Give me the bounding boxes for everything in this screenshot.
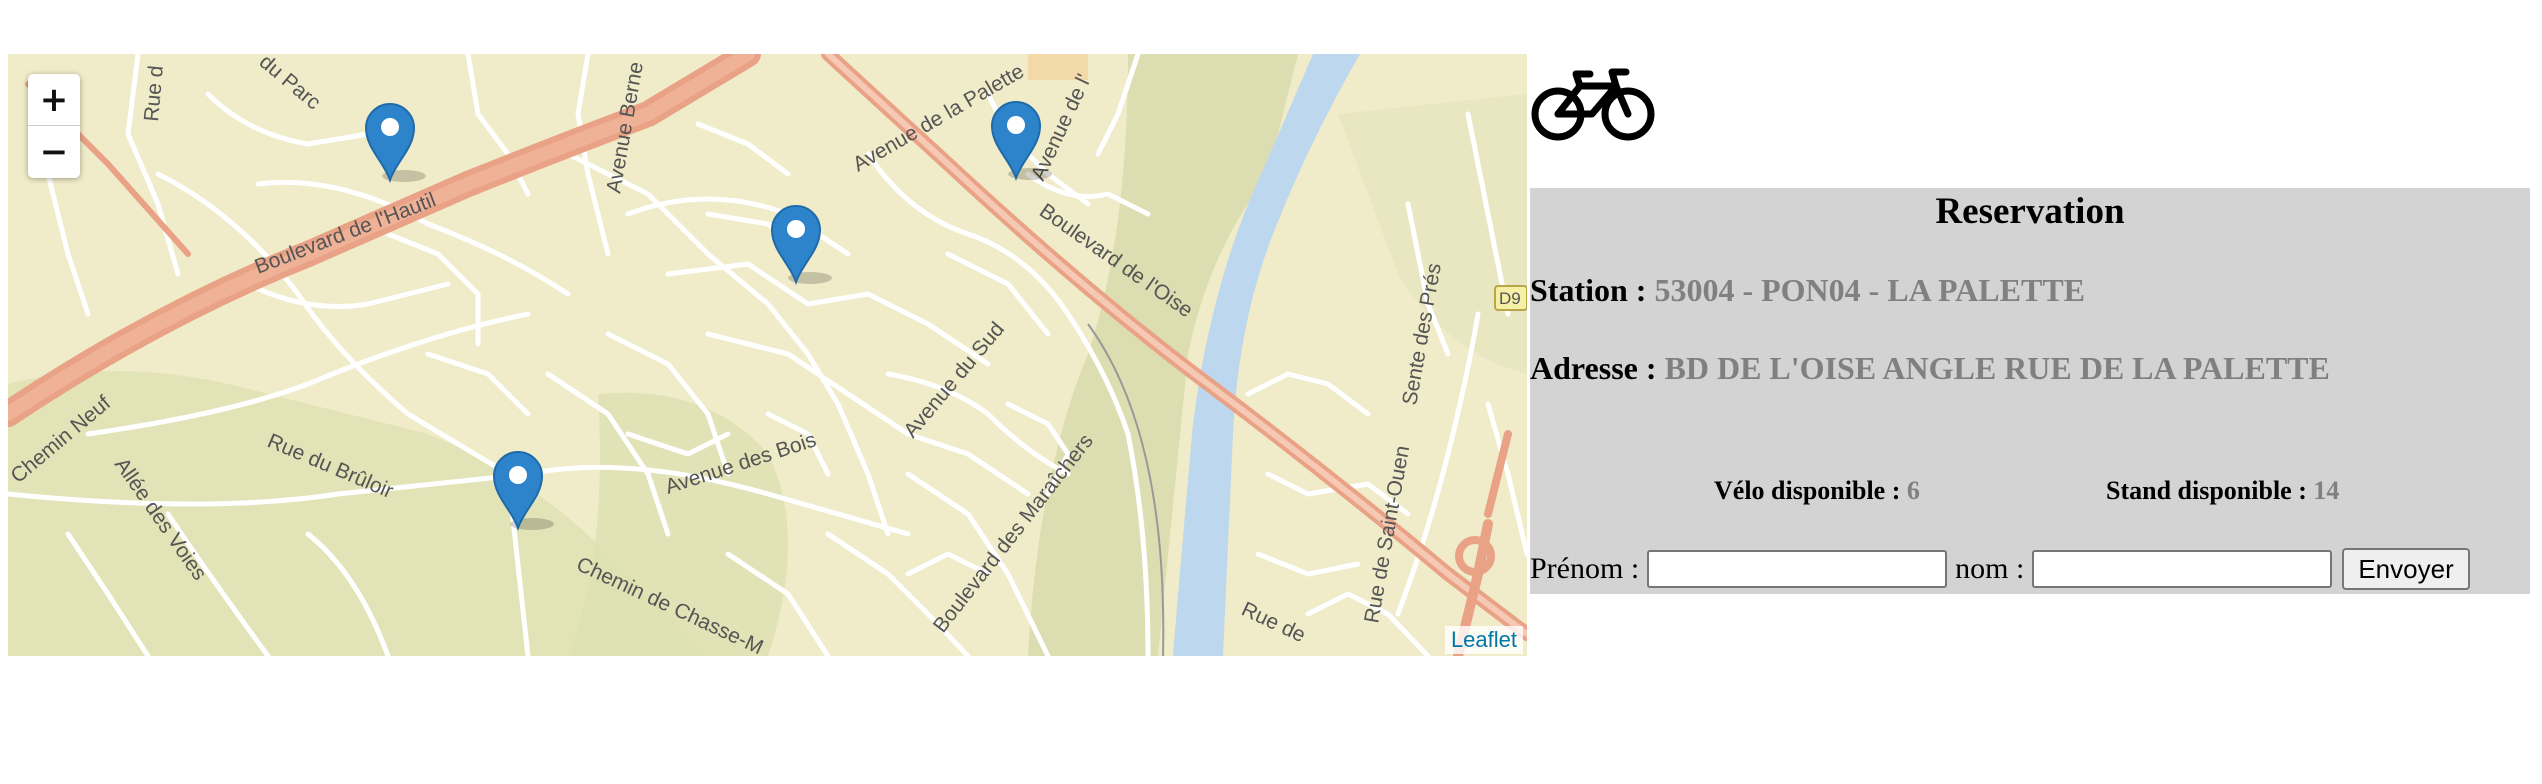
address-value: BD DE L'OISE ANGLE RUE DE LA PALETTE — [1664, 350, 2330, 386]
stands-available-value: 14 — [2313, 476, 2340, 505]
bikes-available: Vélo disponible : 6 — [1714, 476, 1920, 506]
leaflet-attribution-link[interactable]: Leaflet — [1444, 626, 1523, 654]
station-marker[interactable] — [770, 204, 832, 286]
firstname-label: Prénom : — [1530, 552, 1640, 585]
zoom-control: + − — [28, 74, 80, 178]
bicycle-icon — [1530, 64, 1656, 142]
lastname-label: nom : — [1955, 552, 2025, 585]
address-label: Adresse : — [1530, 350, 1665, 386]
zoom-out-button[interactable]: − — [28, 126, 80, 178]
map[interactable]: D9 Boulevard de l'Hautil Avenue Berne Av… — [8, 54, 1527, 656]
road-badge: D9 — [1499, 289, 1521, 308]
submit-button[interactable]: Envoyer — [2342, 548, 2470, 590]
bikes-available-label: Vélo disponible : — [1714, 476, 1907, 505]
reservation-form: Prénom : nom : Envoyer — [1530, 548, 2470, 590]
map-tiles[interactable]: D9 Boulevard de l'Hautil Avenue Berne Av… — [8, 54, 1527, 656]
station-marker[interactable] — [492, 450, 554, 532]
zoom-in-button[interactable]: + — [28, 74, 80, 126]
station-label: Station : — [1530, 272, 1655, 308]
station-marker[interactable] — [364, 102, 426, 184]
lastname-input[interactable] — [2032, 550, 2333, 588]
street-label: Rue d — [140, 65, 168, 123]
reservation-panel: Reservation Station : 53004 - PON04 - LA… — [1530, 188, 2530, 594]
stands-available-label: Stand disponible : — [2106, 476, 2314, 505]
bikes-available-value: 6 — [1906, 476, 1920, 505]
station-marker[interactable] — [990, 100, 1052, 182]
reservation-title: Reservation — [1935, 191, 2125, 232]
station-row: Station : 53004 - PON04 - LA PALETTE — [1530, 272, 2085, 309]
stands-available: Stand disponible : 14 — [2106, 476, 2339, 506]
firstname-input[interactable] — [1647, 550, 1948, 588]
address-row: Adresse : BD DE L'OISE ANGLE RUE DE LA P… — [1530, 350, 2330, 387]
station-value: 53004 - PON04 - LA PALETTE — [1654, 272, 2085, 308]
